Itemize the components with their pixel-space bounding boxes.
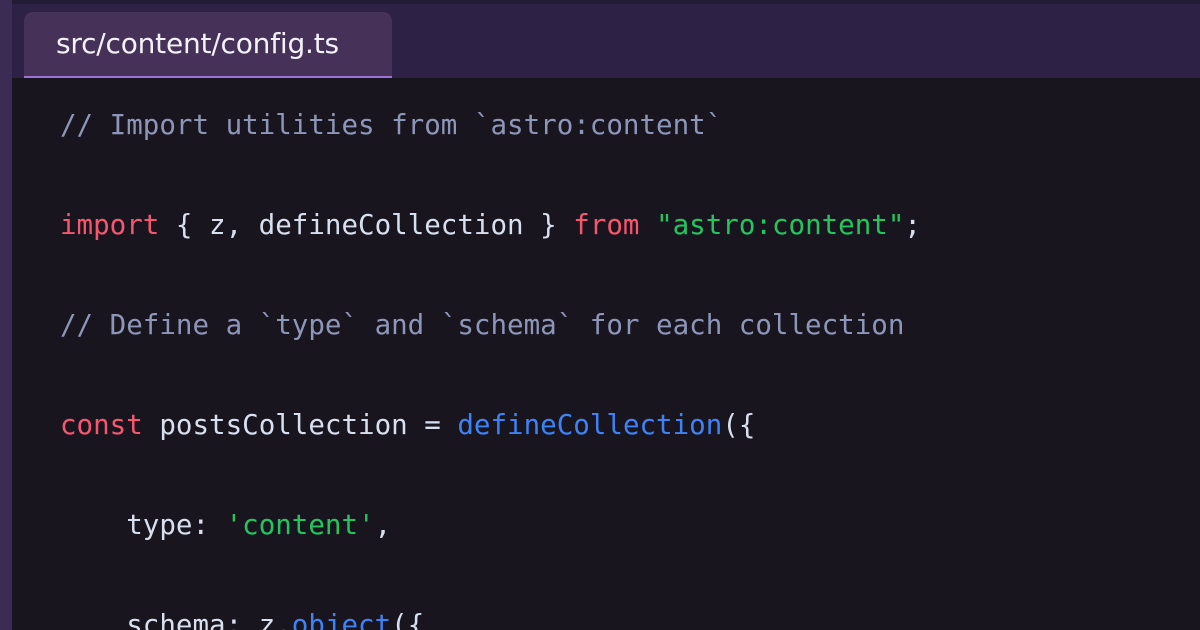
code-token-plain: ({: [391, 609, 425, 630]
code-token-plain: schema: z.: [60, 609, 292, 630]
code-snippet-frame: src/content/config.ts // Import utilitie…: [0, 0, 1200, 630]
code-token-function: defineCollection: [457, 409, 723, 441]
tab-label: src/content/config.ts: [56, 27, 339, 60]
code-line: // Import utilities from `astro:content`: [60, 100, 1200, 150]
editor-tab-bar: src/content/config.ts: [12, 4, 1200, 82]
code-line: // Define a `type` and `schema` for each…: [60, 300, 1200, 350]
code-token-comment: // Import utilities from `astro:content`: [60, 109, 723, 141]
code-token-plain: ,: [374, 509, 392, 541]
code-token-string: "astro:content": [656, 209, 905, 241]
code-line: const postsCollection = defineCollection…: [60, 400, 1200, 450]
code-token-keyword: from: [573, 209, 640, 241]
code-line: import { z, defineCollection } from "ast…: [60, 200, 1200, 250]
code-line: type: 'content',: [60, 500, 1200, 550]
code-editor-surface[interactable]: // Import utilities from `astro:content`…: [12, 78, 1200, 630]
code-token-keyword: const: [60, 409, 143, 441]
code-token-keyword: import: [60, 209, 160, 241]
code-token-plain: type:: [60, 509, 226, 541]
code-token-plain: { z, defineCollection }: [159, 209, 574, 241]
code-line: schema: z.object({: [60, 600, 1200, 630]
tab-src-content-config-ts[interactable]: src/content/config.ts: [24, 12, 392, 82]
code-token-plain: ;: [904, 209, 921, 241]
code-token-comment: // Define a `type` and `schema` for each…: [60, 309, 905, 341]
code-token-function: object: [291, 609, 392, 630]
frame-left-edge: [0, 0, 12, 630]
code-token-plain: ({: [722, 409, 756, 441]
code-block: // Import utilities from `astro:content`…: [12, 78, 1200, 630]
code-token-string: 'content': [225, 509, 375, 541]
code-token-plain: postsCollection =: [142, 409, 458, 441]
